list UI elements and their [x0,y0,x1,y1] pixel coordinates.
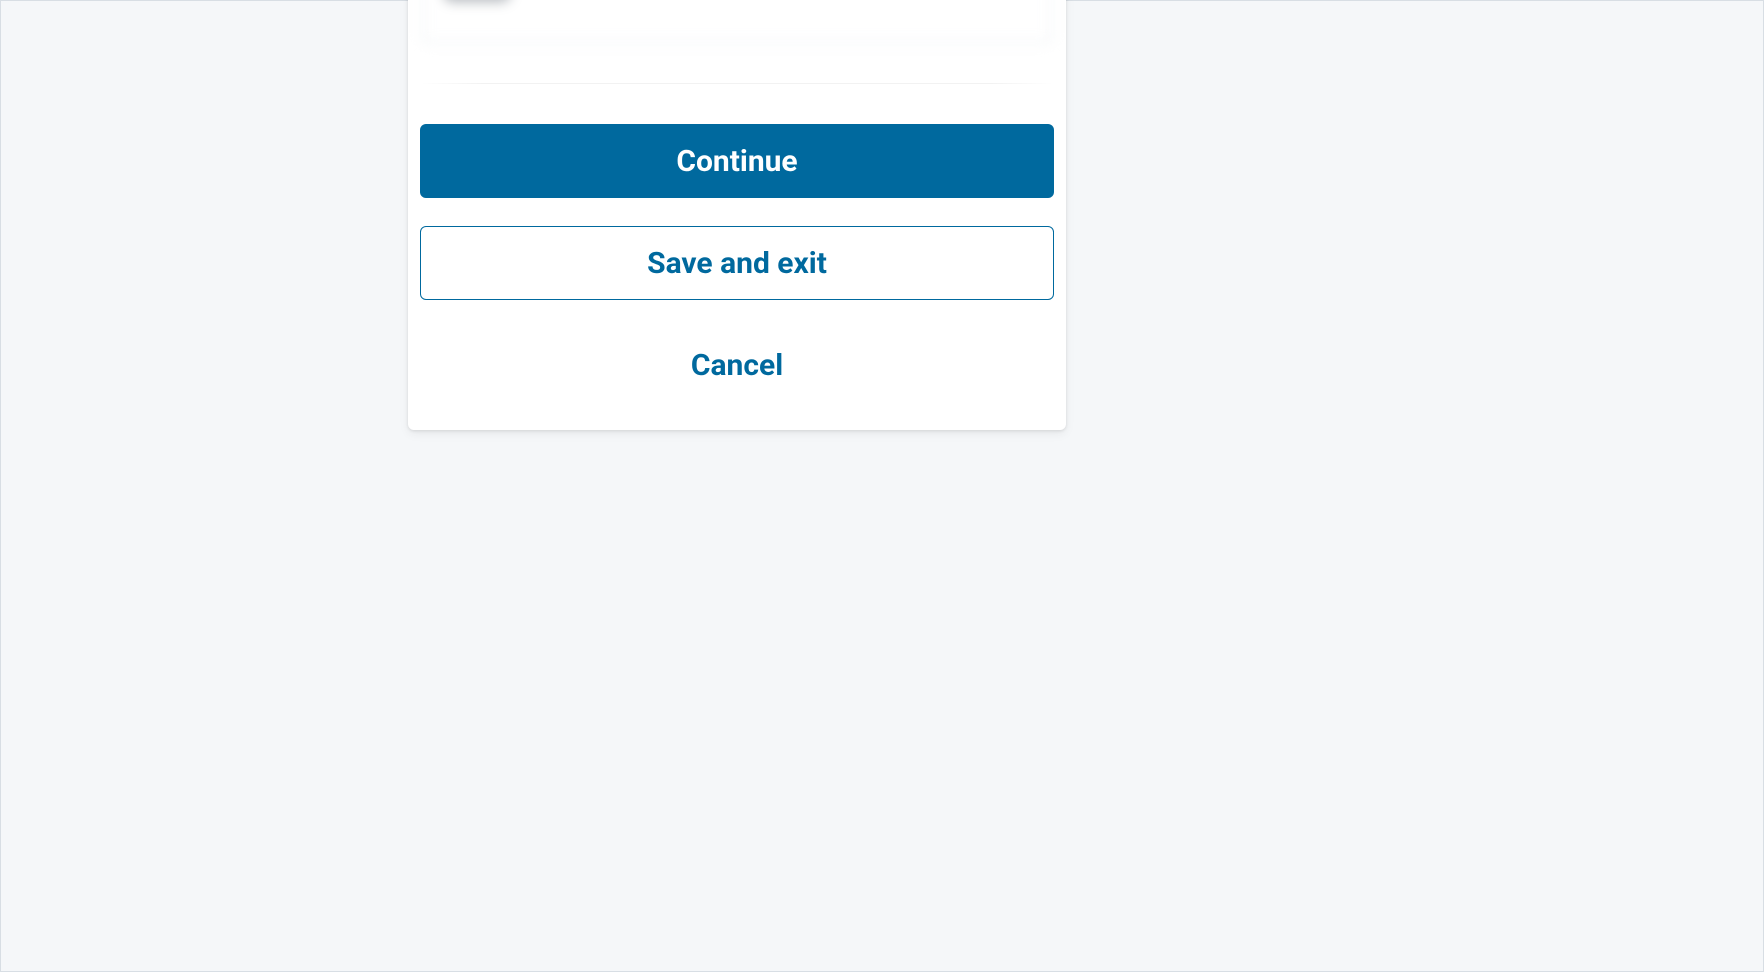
cancel-button[interactable]: Cancel [420,328,1054,402]
continue-button[interactable]: Continue [420,124,1054,198]
save-and-exit-button[interactable]: Save and exit [420,226,1054,300]
dialog-actions: Continue Save and exit Cancel [420,84,1054,402]
blurred-placeholder [443,0,511,2]
blurred-input-field [422,0,1052,43]
dialog-card: Continue Save and exit Cancel [408,0,1066,430]
